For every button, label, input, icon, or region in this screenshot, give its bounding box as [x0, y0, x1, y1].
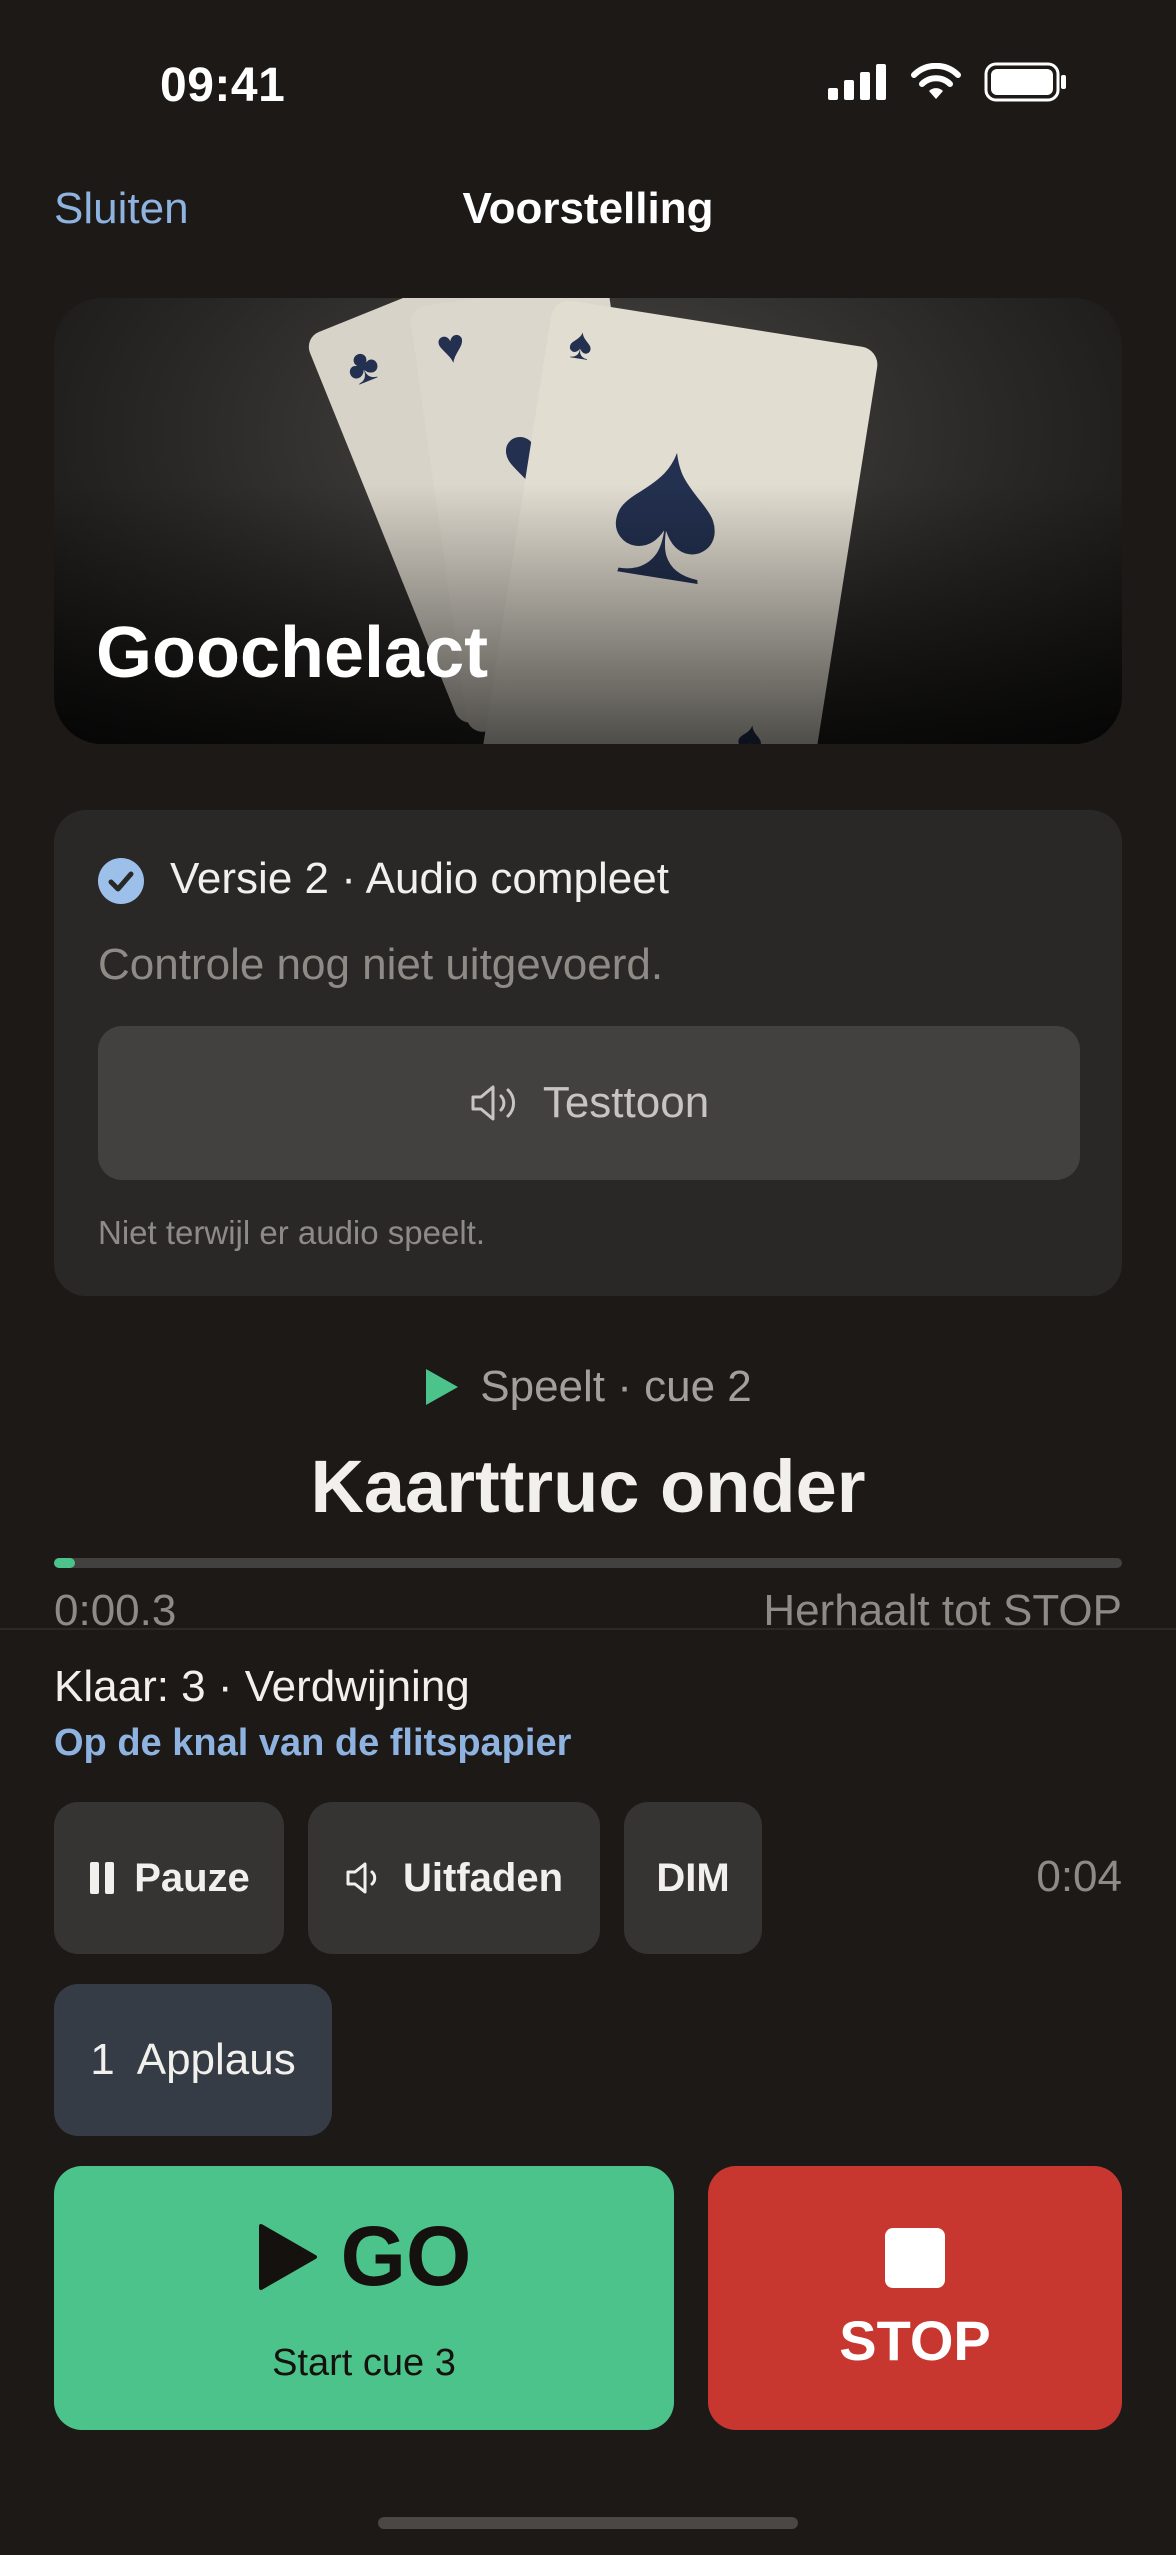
wifi-icon	[911, 63, 961, 99]
battery-icon	[984, 62, 1066, 102]
next-cue-label: Klaar: 3 · Verdwijning	[54, 1662, 470, 1711]
quick-cue-number: 1	[90, 2035, 115, 2084]
playback-state-label: Speelt · cue 2	[480, 1362, 752, 1411]
pause-button[interactable]: Pauze	[54, 1802, 284, 1954]
version-status: Versie 2 · Audio compleet	[170, 854, 669, 903]
speaker-icon	[346, 1862, 377, 1894]
play-icon	[426, 1369, 459, 1405]
divider	[0, 1628, 1176, 1630]
fade-out-button[interactable]: Uitfaden	[308, 1802, 600, 1954]
current-cue-title: Kaarttruc onder	[310, 1445, 866, 1528]
page-title: Voorstelling	[462, 184, 714, 233]
pause-label: Pauze	[134, 1855, 250, 1900]
status-time: 09:41	[160, 59, 286, 112]
go-button[interactable]: GO Start cue 3	[54, 2166, 674, 2430]
progress-fill	[54, 1558, 76, 1568]
check-circle-icon	[98, 858, 144, 904]
speaker-icon	[471, 1085, 515, 1121]
stop-button[interactable]: STOP	[708, 2166, 1122, 2430]
playback-state: Speelt · cue 2	[0, 1362, 1176, 1412]
stop-label: STOP	[839, 2309, 991, 2372]
hero-title: Goochelact	[96, 613, 489, 693]
countdown-timer: 0:04	[1036, 1852, 1122, 1901]
dim-label: DIM	[656, 1855, 730, 1900]
signal-icon	[828, 64, 886, 100]
dim-button[interactable]: DIM	[624, 1802, 762, 1954]
hero-banner: ♣ ♣ ♥ ♥ ♠ ♠ ♠ Goochelact	[54, 298, 1122, 744]
fade-out-label: Uitfaden	[403, 1855, 563, 1900]
test-tone-label: Testtoon	[542, 1078, 710, 1127]
home-indicator	[378, 2517, 798, 2529]
progress-bar	[54, 1558, 1122, 1568]
pause-icon	[90, 1862, 115, 1894]
card-footnote: Niet terwijl er audio speelt.	[98, 1214, 486, 1251]
stop-icon	[885, 2228, 945, 2288]
next-cue-note: Op de knal van de flitspapier	[54, 1722, 572, 1764]
play-icon	[258, 2223, 317, 2290]
go-sublabel: Start cue 3	[272, 2342, 456, 2384]
quick-cue-label: Applaus	[136, 2035, 296, 2084]
status-icons	[828, 62, 1068, 102]
test-tone-button[interactable]: Testtoon	[98, 1026, 1080, 1180]
go-label: GO	[340, 2209, 472, 2303]
version-card: Versie 2 · Audio compleet Controle nog n…	[54, 810, 1122, 1296]
check-note: Controle nog niet uitgevoerd.	[98, 940, 664, 989]
quick-cue-button[interactable]: 1 Applaus	[54, 1984, 332, 2136]
